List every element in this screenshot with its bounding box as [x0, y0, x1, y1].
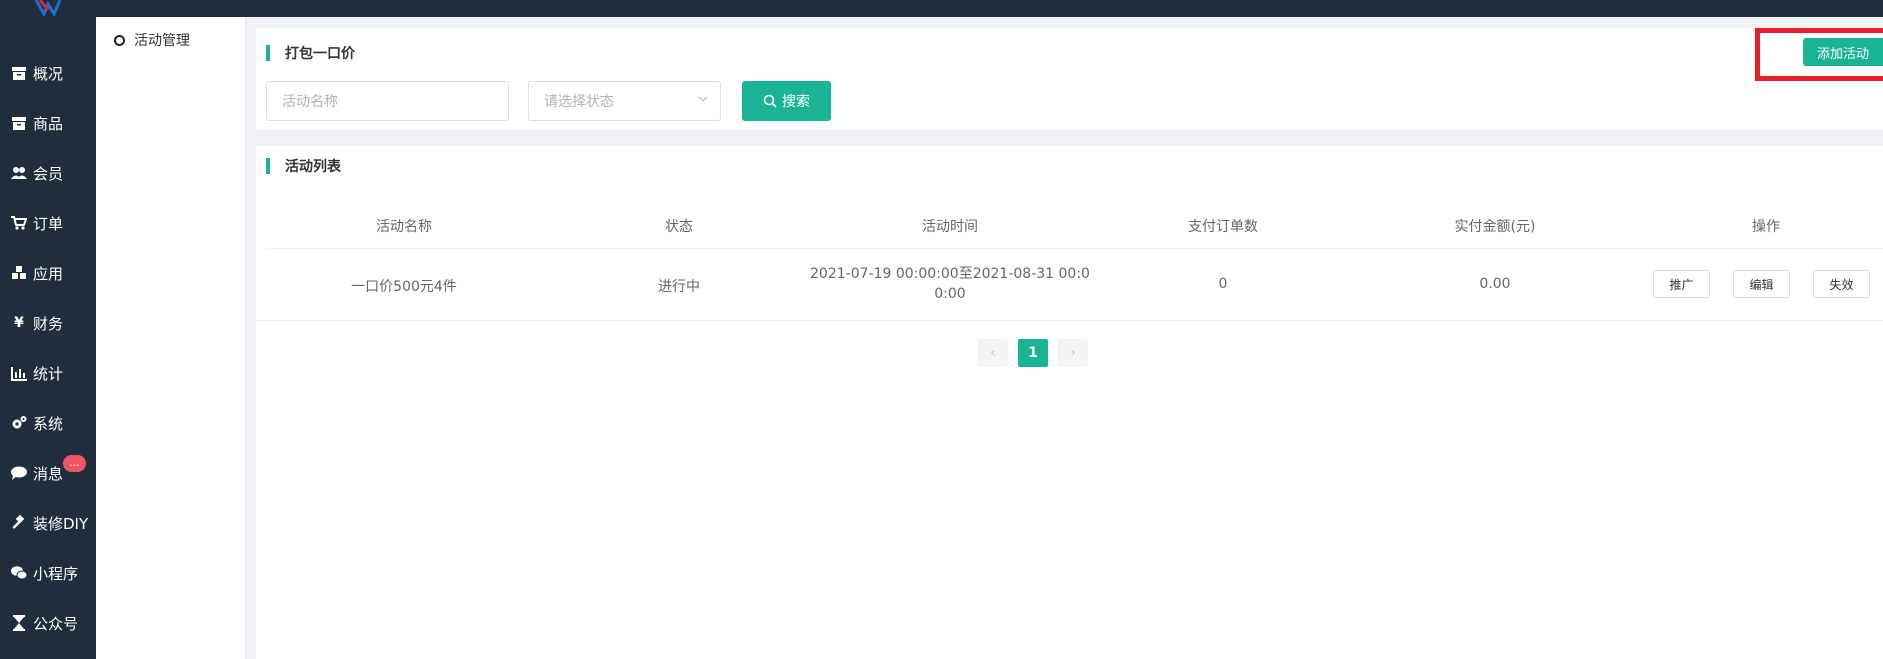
sidebar-item-members[interactable]: 会员 — [0, 153, 96, 193]
cell-amount: 0.00 — [1479, 276, 1511, 292]
bar-chart-icon — [11, 365, 27, 381]
sidebar-item-miniprogram[interactable]: 小程序 — [0, 553, 96, 593]
panel-title: 活动列表 — [266, 156, 341, 176]
table-row-divider — [256, 320, 1883, 321]
main-sidebar: 概况 商品 会员 订单 应用 ¥ 财务 统计 系统 消息 ... 装修DIY 小… — [0, 17, 96, 659]
column-header-amount: 实付金额(元) — [1454, 219, 1536, 235]
table-divider — [266, 248, 1883, 249]
cart-icon — [11, 215, 27, 231]
hourglass-icon — [11, 615, 27, 631]
sidebar-item-label: 消息 — [33, 464, 64, 483]
sidebar-item-apps[interactable]: 应用 — [0, 253, 96, 293]
pagination-page-1[interactable]: 1 — [1018, 339, 1048, 367]
chevron-down-icon — [698, 96, 708, 102]
cell-status: 进行中 — [658, 279, 700, 295]
comment-icon — [11, 465, 27, 481]
sidebar-item-label: 系统 — [33, 414, 64, 433]
message-badge: ... — [63, 455, 86, 472]
disable-button[interactable]: 失效 — [1813, 270, 1870, 298]
top-bar — [0, 0, 1883, 17]
subnav-item-label: 活动管理 — [134, 33, 190, 49]
subnav-item-activity-management[interactable]: 活动管理 — [114, 30, 190, 50]
promote-button[interactable]: 推广 — [1653, 270, 1710, 298]
sidebar-item-finance[interactable]: ¥ 财务 — [0, 303, 96, 343]
status-placeholder: 请选择状态 — [544, 94, 614, 110]
edit-button[interactable]: 编辑 — [1733, 270, 1790, 298]
sidebar-item-goods[interactable]: 商品 — [0, 103, 96, 143]
column-header-actions: 操作 — [1752, 219, 1780, 235]
sidebar-item-label: 概况 — [33, 64, 64, 83]
sidebar-item-label: 商品 — [33, 114, 64, 133]
pagination-next-button[interactable]: › — [1058, 339, 1088, 367]
cell-time-line1: 2021-07-19 00:00:00至2021-08-31 00:0 — [810, 266, 1090, 282]
activity-list-panel: 活动列表 — [256, 146, 1883, 659]
search-button[interactable]: 搜索 — [742, 81, 831, 121]
pagination-prev-button[interactable]: ‹ — [978, 339, 1008, 367]
sidebar-item-label: 订单 — [33, 214, 64, 233]
sidebar-item-label: 会员 — [33, 164, 64, 183]
list-panel-title: 活动列表 — [285, 159, 341, 175]
gavel-icon — [11, 515, 27, 531]
cubes-icon — [11, 265, 27, 281]
status-select[interactable]: 请选择状态 — [528, 81, 721, 121]
sidebar-item-label: 统计 — [33, 364, 64, 383]
column-header-orders: 支付订单数 — [1188, 219, 1258, 235]
gears-icon — [11, 415, 27, 431]
sidebar-item-label: 应用 — [33, 264, 64, 283]
sidebar-item-official-account[interactable]: 公众号 — [0, 603, 96, 643]
sidebar-item-label: 小程序 — [33, 564, 79, 583]
sidebar-item-label: 装修DIY — [33, 514, 89, 533]
title-accent-bar — [266, 158, 270, 174]
sidebar-item-orders[interactable]: 订单 — [0, 203, 96, 243]
circle-icon — [114, 34, 125, 46]
cell-activity-name: 一口价500元4件 — [351, 279, 457, 295]
logo-icon — [34, 0, 62, 16]
sidebar-item-overview[interactable]: 概况 — [0, 53, 96, 93]
column-header-status: 状态 — [665, 219, 693, 235]
activity-name-input[interactable]: 活动名称 — [266, 81, 509, 121]
wechat-icon — [11, 565, 27, 581]
cell-orders: 0 — [1218, 276, 1228, 292]
sidebar-item-messages[interactable]: 消息 ... — [0, 453, 96, 493]
column-header-name: 活动名称 — [376, 219, 432, 235]
archive-icon — [11, 65, 27, 81]
cell-time-line2: 0:00 — [934, 286, 966, 302]
title-accent-bar — [266, 45, 270, 61]
panel-title: 打包一口价 — [266, 43, 355, 63]
column-header-time: 活动时间 — [922, 219, 978, 235]
users-icon — [11, 165, 27, 181]
archive-icon — [11, 115, 27, 131]
sidebar-item-statistics[interactable]: 统计 — [0, 353, 96, 393]
sidebar-item-system[interactable]: 系统 — [0, 403, 96, 443]
search-icon — [763, 94, 777, 108]
sidebar-item-label: 公众号 — [33, 614, 79, 633]
activity-name-placeholder: 活动名称 — [282, 94, 338, 110]
filter-panel-title: 打包一口价 — [285, 46, 355, 62]
search-button-label: 搜索 — [782, 94, 810, 110]
sidebar-item-decoration[interactable]: 装修DIY — [0, 503, 96, 543]
yen-icon: ¥ — [14, 315, 24, 331]
highlight-box — [1755, 28, 1883, 81]
sidebar-item-label: 财务 — [33, 314, 64, 333]
sub-sidebar: 活动管理 — [96, 17, 246, 659]
